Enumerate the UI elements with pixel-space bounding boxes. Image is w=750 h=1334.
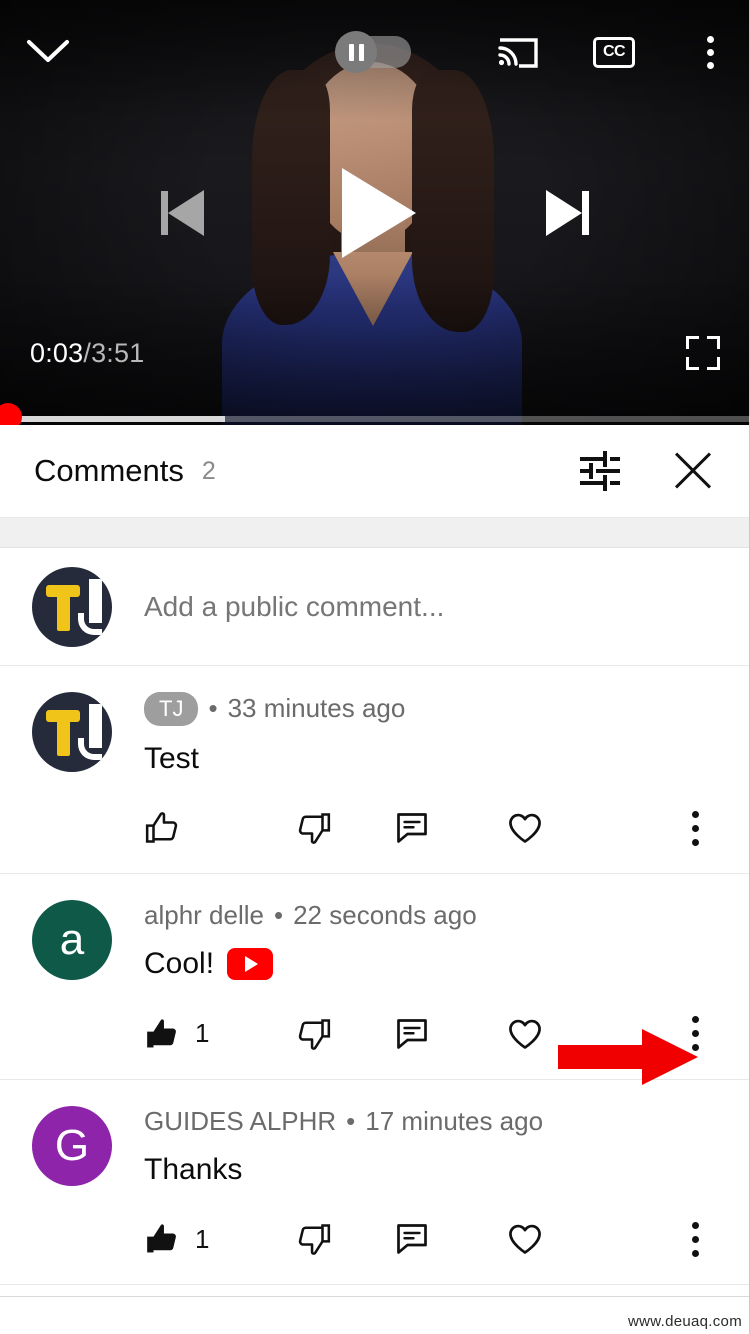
comment-text: Cool!	[144, 945, 718, 983]
meta-separator: •	[273, 900, 284, 930]
comment-text-value: Test	[144, 741, 200, 775]
captions-label: CC	[593, 36, 635, 68]
comment-timestamp: 17 minutes ago	[365, 1105, 544, 1136]
sort-filter-icon[interactable]	[578, 450, 620, 492]
progress-scrubber[interactable]	[0, 403, 22, 425]
like-count: 1	[195, 1223, 210, 1254]
comments-header: Comments 2	[0, 425, 750, 518]
pause-icon	[335, 31, 377, 73]
add-comment-input[interactable]: Add a public comment...	[144, 591, 444, 623]
avatar[interactable]: G	[32, 1105, 112, 1186]
comment-author[interactable]: GUIDES ALPHR	[144, 1106, 336, 1137]
skip-next-icon[interactable]	[546, 190, 589, 236]
chevron-down-icon[interactable]	[22, 28, 74, 76]
comment-text-value: Cool!	[144, 947, 215, 980]
avatar-letter: G	[54, 1120, 90, 1170]
player-time-row: 0:03/3:51	[0, 329, 750, 377]
progress-buffered	[0, 416, 225, 422]
play-icon[interactable]	[334, 168, 416, 258]
comment-meta: alphr delle • 22 seconds ago	[144, 900, 718, 931]
dislike-icon[interactable]	[294, 1220, 394, 1258]
meta-separator: •	[208, 693, 218, 724]
annotation-arrow-icon	[558, 1029, 698, 1085]
progress-bar[interactable]	[0, 403, 750, 425]
comments-panel: Comments 2 Add a public comment... TJ • …	[0, 425, 750, 1334]
like-icon[interactable]: 1	[144, 1015, 294, 1053]
avatar[interactable]	[32, 692, 112, 772]
reply-icon[interactable]	[394, 1016, 506, 1052]
video-player[interactable]: CC 0:03/3:51	[0, 0, 750, 425]
cast-icon[interactable]	[492, 28, 544, 76]
heart-icon[interactable]	[506, 1220, 618, 1258]
comment-actions	[144, 805, 718, 851]
more-vertical-icon[interactable]	[672, 805, 718, 851]
heart-icon[interactable]	[506, 809, 618, 847]
more-vertical-icon[interactable]	[672, 1216, 718, 1262]
comment-timestamp: 22 seconds ago	[293, 900, 477, 930]
add-comment-row[interactable]: Add a public comment...	[0, 548, 750, 666]
like-icon[interactable]	[144, 809, 294, 847]
comment-author[interactable]: alphr delle	[144, 900, 264, 931]
meta-separator: •	[346, 1105, 356, 1136]
comment-actions: 1	[144, 1216, 718, 1262]
avatar[interactable]: a	[32, 900, 112, 980]
comment-meta: GUIDES ALPHR • 17 minutes ago	[144, 1106, 718, 1137]
author-badge[interactable]: TJ	[144, 692, 199, 726]
comment-timestamp: 33 minutes ago	[227, 693, 406, 724]
current-time: 0:03	[30, 337, 84, 368]
player-center-controls	[0, 168, 750, 258]
close-icon[interactable]	[670, 448, 716, 494]
site-watermark: www.deuaq.com	[628, 1313, 742, 1330]
like-icon[interactable]: 1	[144, 1220, 294, 1258]
panel-divider-band	[0, 518, 750, 548]
comment-text: Thanks	[144, 1151, 718, 1189]
like-count: 1	[195, 1018, 210, 1048]
youtube-mobile-screen: CC 0:03/3:51 Comments 2 Add a public com…	[0, 0, 750, 1334]
reply-icon[interactable]	[394, 1221, 506, 1257]
time-display: 0:03/3:51	[30, 338, 144, 369]
avatar	[32, 566, 112, 647]
avatar-letter: a	[59, 915, 85, 964]
reply-icon[interactable]	[394, 810, 506, 846]
comment-text-value: Thanks	[144, 1152, 243, 1186]
autoplay-toggle[interactable]	[335, 31, 411, 73]
total-time: 3:51	[91, 337, 145, 368]
bottom-strip: www.deuaq.com	[0, 1296, 750, 1334]
fullscreen-icon[interactable]	[686, 336, 720, 370]
captions-icon[interactable]: CC	[588, 28, 640, 76]
comments-count: 2	[201, 456, 216, 485]
dislike-icon[interactable]	[294, 809, 394, 847]
comment-row: G GUIDES ALPHR • 17 minutes ago Thanks 1	[0, 1080, 750, 1285]
more-vertical-icon[interactable]	[686, 28, 734, 76]
dislike-icon[interactable]	[294, 1015, 394, 1053]
comment-row: TJ • 33 minutes ago Test	[0, 666, 750, 874]
youtube-emoji-icon	[227, 947, 274, 980]
skip-previous-icon[interactable]	[161, 190, 204, 236]
player-top-bar: CC	[0, 0, 750, 104]
time-separator: /	[83, 337, 92, 368]
comment-meta: TJ • 33 minutes ago	[144, 692, 718, 726]
comments-title: Comments	[34, 453, 184, 488]
comment-text: Test	[144, 740, 718, 778]
